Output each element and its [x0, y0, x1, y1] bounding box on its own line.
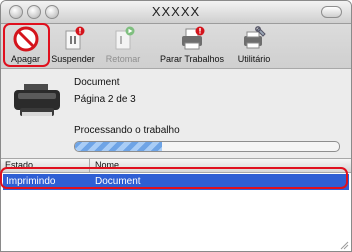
toolbar-toggle-button[interactable] [321, 6, 342, 18]
suspend-label: Suspender [51, 54, 95, 64]
utility-label: Utilitário [237, 54, 271, 64]
title-bar[interactable]: XXXXX [1, 1, 351, 24]
progress-fill [75, 142, 163, 151]
print-queue-window: XXXXX Apagar Suspender Retomar Parar Tra… [0, 0, 352, 252]
utility-button[interactable]: Utilitário [230, 24, 278, 68]
printer-utility-icon [244, 26, 266, 49]
resize-grip-icon[interactable] [339, 240, 349, 250]
delete-button-highlight [3, 23, 50, 67]
table-row-highlight [0, 167, 348, 189]
resume-document-icon [115, 26, 135, 50]
suspend-button[interactable]: Suspender [47, 24, 99, 68]
resume-label: Retomar [105, 54, 141, 64]
stop-jobs-button[interactable]: Parar Trabalhos [159, 24, 225, 68]
page-status: Página 2 de 3 [74, 94, 136, 105]
toolbar: Apagar Suspender Retomar Parar Trabalhos… [1, 24, 351, 68]
resume-button[interactable]: Retomar [101, 24, 145, 68]
job-info-panel: Document Página 2 de 3 Processando o tra… [1, 69, 351, 158]
window-title: XXXXX [151, 4, 201, 19]
progress-bar [74, 141, 340, 152]
document-name: Document [74, 77, 120, 88]
pause-document-icon [65, 26, 85, 50]
stop-jobs-label: Parar Trabalhos [159, 54, 225, 64]
printer-stop-icon [182, 26, 205, 50]
job-status-text: Processando o trabalho [74, 125, 180, 136]
printer-icon [14, 84, 60, 116]
